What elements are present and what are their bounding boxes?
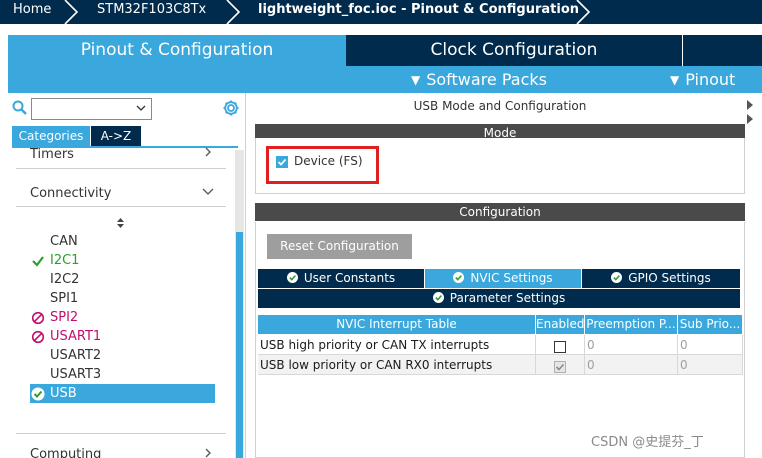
group-computing[interactable]: Computing	[30, 447, 101, 458]
table-row[interactable]: USB low priority or CAN RX0 interrupts 0…	[258, 355, 743, 375]
pinout-menu[interactable]: ▼ Pinout	[670, 66, 735, 93]
peripheral-label: CAN	[50, 234, 78, 249]
column-header[interactable]: Sub Prio...	[678, 315, 743, 334]
panel-title: USB Mode and Configuration	[413, 99, 587, 113]
tab-label: Parameter Settings	[449, 291, 566, 305]
column-header[interactable]: NVIC Interrupt Table	[258, 315, 536, 334]
breadcrumb-home[interactable]: Home	[13, 0, 51, 24]
tab-parameter-settings[interactable]: Parameter Settings	[258, 289, 740, 308]
chevron-down-icon	[136, 102, 146, 117]
group-connectivity[interactable]: Connectivity	[30, 186, 111, 201]
chevron-down-icon: ▼	[670, 73, 680, 87]
tab-label: NVIC Settings	[470, 271, 553, 285]
peripheral-label: SPI1	[50, 291, 79, 306]
tab-categories[interactable]: Categories	[12, 126, 90, 146]
device-fs-checkbox[interactable]	[276, 156, 288, 168]
divider	[16, 206, 226, 207]
chevron-down-icon[interactable]	[202, 186, 214, 201]
column-header[interactable]: Enabled	[536, 315, 585, 334]
breadcrumb: Home STM32F103C8Tx lightweight_foc.ioc -…	[0, 0, 762, 24]
list-item[interactable]: I2C1	[30, 251, 215, 270]
watermark: CSDN @史提芬_丁	[591, 435, 704, 450]
table-row[interactable]: USB high priority or CAN TX interrupts 0…	[258, 335, 743, 355]
tab-pinout-configuration[interactable]: Pinout & Configuration	[8, 35, 346, 66]
enabled-checkbox[interactable]	[554, 339, 566, 353]
interrupt-name: USB low priority or CAN RX0 interrupts	[258, 355, 536, 375]
configuration-header: Configuration	[255, 203, 745, 221]
list-item[interactable]: SPI1	[30, 289, 215, 308]
peripheral-label: I2C2	[50, 272, 80, 287]
breadcrumb-mcu[interactable]: STM32F103C8Tx	[97, 0, 206, 24]
divider	[16, 433, 226, 434]
peripheral-label: USART1	[50, 329, 102, 344]
interrupt-name: USB high priority or CAN TX interrupts	[258, 335, 536, 355]
main-tabs: Pinout & Configuration Clock Configurati…	[8, 35, 762, 66]
sub-priority[interactable]: 0	[678, 335, 743, 355]
tab-user-constants[interactable]: User Constants	[258, 269, 424, 288]
software-packs-label: Software Packs	[426, 70, 547, 89]
disabled-icon	[31, 311, 45, 325]
list-item[interactable]: USART3	[30, 365, 215, 384]
list-item[interactable]: CAN	[30, 232, 215, 251]
chevron-right-icon[interactable]	[203, 447, 213, 458]
right-panel: USB Mode and Configuration Mode Device (…	[255, 93, 762, 458]
peripheral-label: I2C1	[50, 253, 80, 268]
tab-label: GPIO Settings	[628, 271, 711, 285]
enabled-cell	[536, 335, 585, 355]
tab-nvic-settings[interactable]: NVIC Settings	[425, 269, 581, 288]
ok-circle-icon	[432, 290, 444, 303]
chevron-down-icon: ▼	[411, 73, 421, 87]
mode-section: Device (FS)	[255, 138, 745, 194]
ok-circle-icon	[286, 270, 298, 283]
list-item[interactable]: USART1	[30, 327, 215, 346]
checkmark-icon	[31, 254, 45, 268]
left-scrollbar-thumb[interactable]	[236, 232, 243, 458]
preemption-priority[interactable]: 0	[585, 355, 678, 375]
tab-extra[interactable]	[683, 35, 762, 66]
sort-icon[interactable]	[116, 217, 125, 230]
breadcrumb-project[interactable]: lightweight_foc.ioc - Pinout & Configura…	[258, 0, 579, 24]
tab-gpio-settings[interactable]: GPIO Settings	[582, 269, 740, 288]
search-icon[interactable]	[12, 100, 28, 116]
peripheral-label: SPI2	[50, 310, 79, 325]
sub-priority[interactable]: 0	[678, 355, 743, 375]
ok-circle-icon	[453, 270, 465, 283]
search-input[interactable]	[31, 98, 152, 120]
peripheral-label: USART3	[50, 367, 102, 382]
tab-a-to-z[interactable]: A->Z	[91, 126, 141, 146]
reset-configuration-button[interactable]: Reset Configuration	[267, 234, 412, 259]
device-fs-label: Device (FS)	[294, 154, 363, 168]
column-header[interactable]: Preemption P...	[585, 315, 678, 334]
disabled-icon	[31, 330, 45, 344]
group-timers[interactable]: Timers	[30, 147, 74, 162]
chevron-right-icon	[62, 0, 80, 24]
peripheral-label: USART2	[50, 348, 102, 363]
enabled-checkbox[interactable]	[554, 359, 566, 373]
preemption-priority[interactable]: 0	[585, 335, 678, 355]
gear-icon[interactable]	[222, 99, 240, 117]
list-item[interactable]: USART2	[30, 346, 215, 365]
divider	[16, 168, 226, 169]
chevron-right-icon	[574, 0, 592, 24]
chevron-right-icon	[224, 0, 242, 24]
panel-scroll-arrows[interactable]	[746, 97, 754, 127]
software-packs-menu[interactable]: ▼ Software Packs	[411, 66, 547, 93]
sub-tabs: ▼ Software Packs ▼ Pinout	[8, 66, 762, 93]
tab-clock-configuration[interactable]: Clock Configuration	[346, 35, 682, 66]
list-item[interactable]: SPI2	[30, 308, 215, 327]
enabled-cell	[536, 355, 585, 375]
pinout-label: Pinout	[685, 70, 736, 89]
list-item-selected[interactable]: USB	[30, 384, 215, 403]
checkmark-circle-icon	[31, 387, 45, 401]
ok-circle-icon	[611, 270, 623, 283]
tab-label: User Constants	[303, 271, 396, 285]
chevron-right-icon[interactable]	[203, 146, 213, 162]
peripheral-label: USB	[50, 386, 77, 401]
list-item[interactable]: I2C2	[30, 270, 215, 289]
configuration-section: Reset Configuration User Constants NVIC …	[255, 222, 745, 458]
